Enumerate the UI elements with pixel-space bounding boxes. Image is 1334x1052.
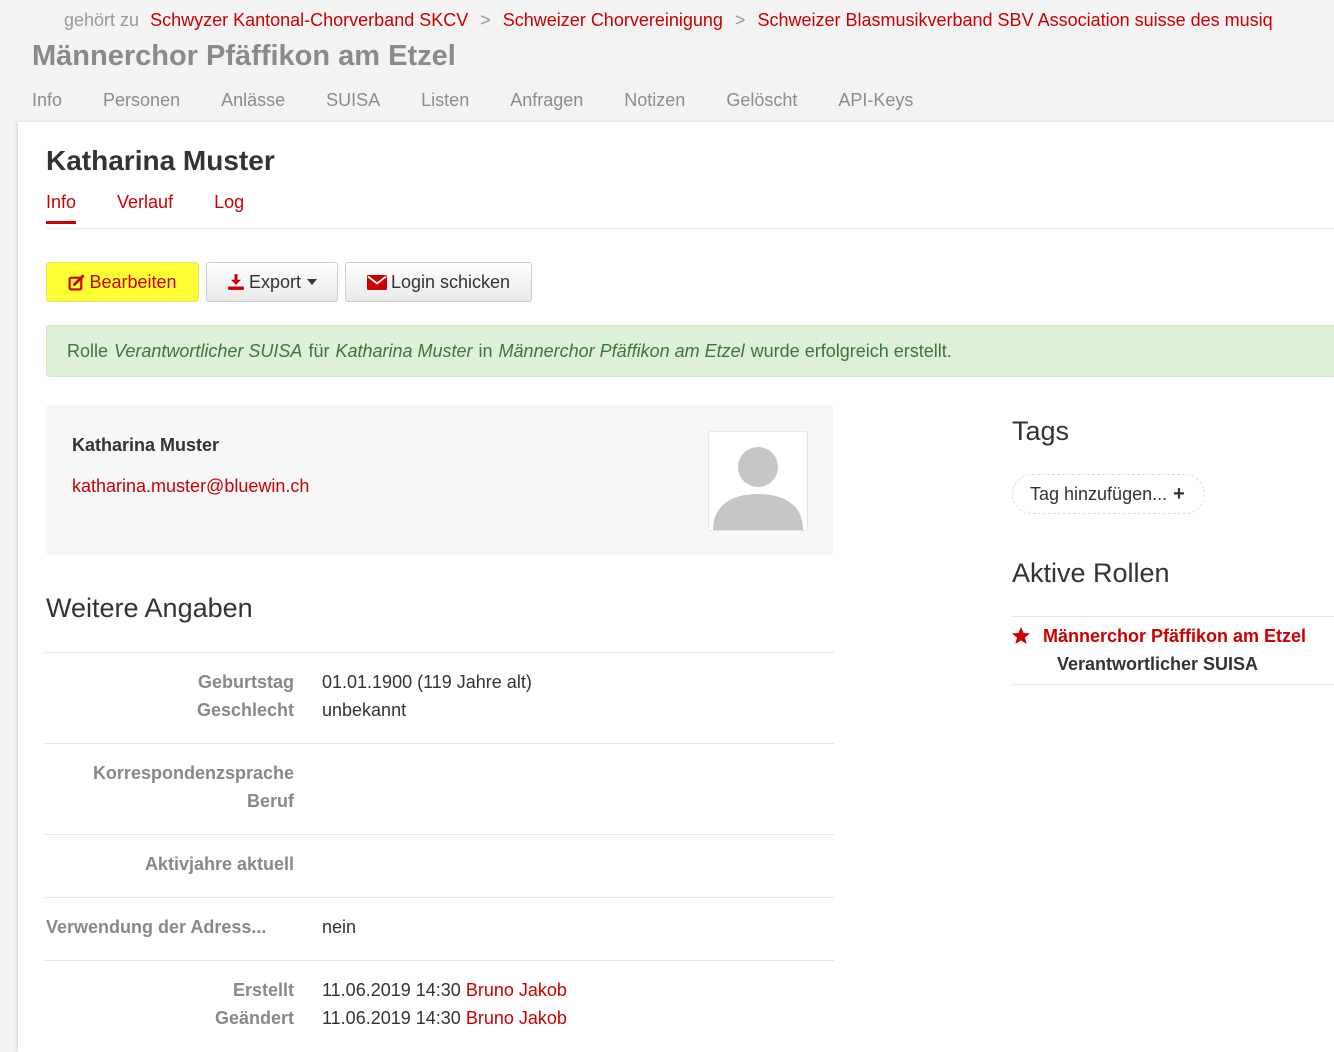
group-tab-notizen[interactable]: Notizen [624,90,685,111]
export-button-label: Export [248,271,302,292]
created-by-link[interactable]: Bruno Jakob [466,980,567,1000]
alert-text: in [478,340,493,361]
detail-value: 11.06.2019 14:30 Bruno Jakob [322,980,567,1001]
group-tab-listen[interactable]: Listen [421,90,469,111]
download-icon [227,273,245,291]
details-list: Geburtstag 01.01.1900 (119 Jahre alt) Ge… [44,652,834,1051]
edit-button-label: Bearbeiten [89,271,177,292]
detail-label: Aktivjahre aktuell [144,854,294,874]
roles-divider [1012,616,1334,617]
detail-row: Erstellt 11.06.2019 14:30 Bruno Jakob [44,980,834,1008]
card-person-name: Katharina Muster [72,435,220,455]
group-tab-suisa[interactable]: SUISA [326,90,380,111]
group-tab-geloescht[interactable]: Gelöscht [726,90,797,111]
email-link[interactable]: katharina.muster@bluewin.ch [72,476,309,497]
changed-by-link[interactable]: Bruno Jakob [466,1008,567,1028]
alert-group: Männerchor Pfäffikon am Etzel [498,340,745,361]
breadcrumb-link-skcv[interactable]: Schwyzer Kantonal-Chorverband SKCV [150,10,468,30]
group-tab-api-keys[interactable]: API-Keys [838,90,913,111]
detail-label: Erstellt [232,980,294,1000]
envelope-icon [366,274,387,290]
person-card: Katharina Muster katharina.muster@bluewi… [46,405,833,555]
alert-text: wurde erfolgreich erstellt. [750,340,952,361]
detail-label: Geburtstag [197,672,294,692]
breadcrumb-separator: > [734,10,746,30]
alert-person: Katharina Muster [335,340,473,361]
edit-icon [68,274,85,291]
tab-info[interactable]: Info [46,192,77,224]
group-tab-anfragen[interactable]: Anfragen [510,90,583,111]
detail-row: Korrespondenzsprache [44,763,834,791]
success-alert: Rolle Verantwortlicher SUISA für Kathari… [46,325,1334,377]
tab-divider [46,228,1334,229]
role-group-link[interactable]: Männerchor Pfäffikon am Etzel [1043,626,1306,647]
details-title: Weitere Angaben [46,593,253,623]
add-tag-button[interactable]: Tag hinzufügen... + [1012,474,1205,514]
group-tab-personen[interactable]: Personen [103,90,180,111]
detail-row: Verwendung der Adress... nein [44,917,834,945]
group-tab-info[interactable]: Info [32,90,62,111]
page-title: Katharina Muster [46,145,275,176]
send-login-button[interactable]: Login schicken [345,262,532,302]
details-group: Aktivjahre aktuell [44,834,834,897]
detail-label: Verwendung der Adress... [46,917,267,937]
breadcrumb: gehört zu Schwyzer Kantonal-Chorverband … [64,10,1273,31]
breadcrumb-separator: > [480,10,491,30]
detail-value: nein [322,917,357,937]
breadcrumb-link-chorvereinigung[interactable]: Schweizer Chorvereinigung [503,10,723,30]
detail-value: 11.06.2019 14:30 Bruno Jakob [322,1008,567,1029]
changed-date: 11.06.2019 14:30 [322,1008,461,1028]
caret-down-icon [307,279,318,285]
detail-row: Geburtstag 01.01.1900 (119 Jahre alt) [44,672,834,700]
roles-title: Aktive Rollen [1012,558,1170,588]
person-tabs: Info Verlauf Log [46,192,285,224]
detail-value: 01.01.1900 (119 Jahre alt) [322,672,532,692]
breadcrumb-link-sbv[interactable]: Schweizer Blasmusikverband SBV Associati… [757,10,1272,30]
detail-label: Korrespondenzsprache [92,763,294,783]
roles-divider [1012,684,1334,685]
send-login-button-label: Login schicken [390,271,511,292]
detail-row: Aktivjahre aktuell [44,854,834,882]
detail-label: Beruf [246,791,294,811]
details-group: Erstellt 11.06.2019 14:30 Bruno Jakob Ge… [44,960,834,1051]
detail-label: Geschlecht [196,700,294,720]
avatar-placeholder-icon [713,447,803,530]
tab-verlauf[interactable]: Verlauf [117,192,173,224]
plus-icon: + [1173,482,1185,505]
created-date: 11.06.2019 14:30 [322,980,461,1000]
avatar [708,431,808,531]
detail-row: Geändert 11.06.2019 14:30 Bruno Jakob [44,1008,834,1036]
detail-row: Beruf [44,791,834,819]
export-button[interactable]: Export [206,262,338,302]
details-group: Korrespondenzsprache Beruf [44,743,834,834]
group-tab-anlaesse[interactable]: Anlässe [221,90,285,111]
detail-value: unbekannt [322,700,407,720]
alert-text: Rolle [67,340,109,361]
details-group: Verwendung der Adress... nein [44,897,834,960]
star-icon [1011,626,1031,646]
group-tabs: Info Personen Anlässe SUISA Listen Anfra… [32,90,954,111]
details-group: Geburtstag 01.01.1900 (119 Jahre alt) Ge… [44,652,834,743]
group-title: Männerchor Pfäffikon am Etzel [32,40,456,72]
tab-log[interactable]: Log [214,192,244,224]
breadcrumb-prefix: gehört zu [64,10,140,30]
role-name: Verantwortlicher SUISA [1057,654,1259,674]
detail-row: Geschlecht unbekannt [44,700,834,728]
alert-role: Verantwortlicher SUISA [114,340,303,361]
edit-button[interactable]: Bearbeiten [46,262,199,302]
alert-text: für [308,340,330,361]
tags-title: Tags [1012,416,1070,446]
add-tag-label: Tag hinzufügen... [1030,483,1168,504]
detail-label: Geändert [214,1008,294,1028]
